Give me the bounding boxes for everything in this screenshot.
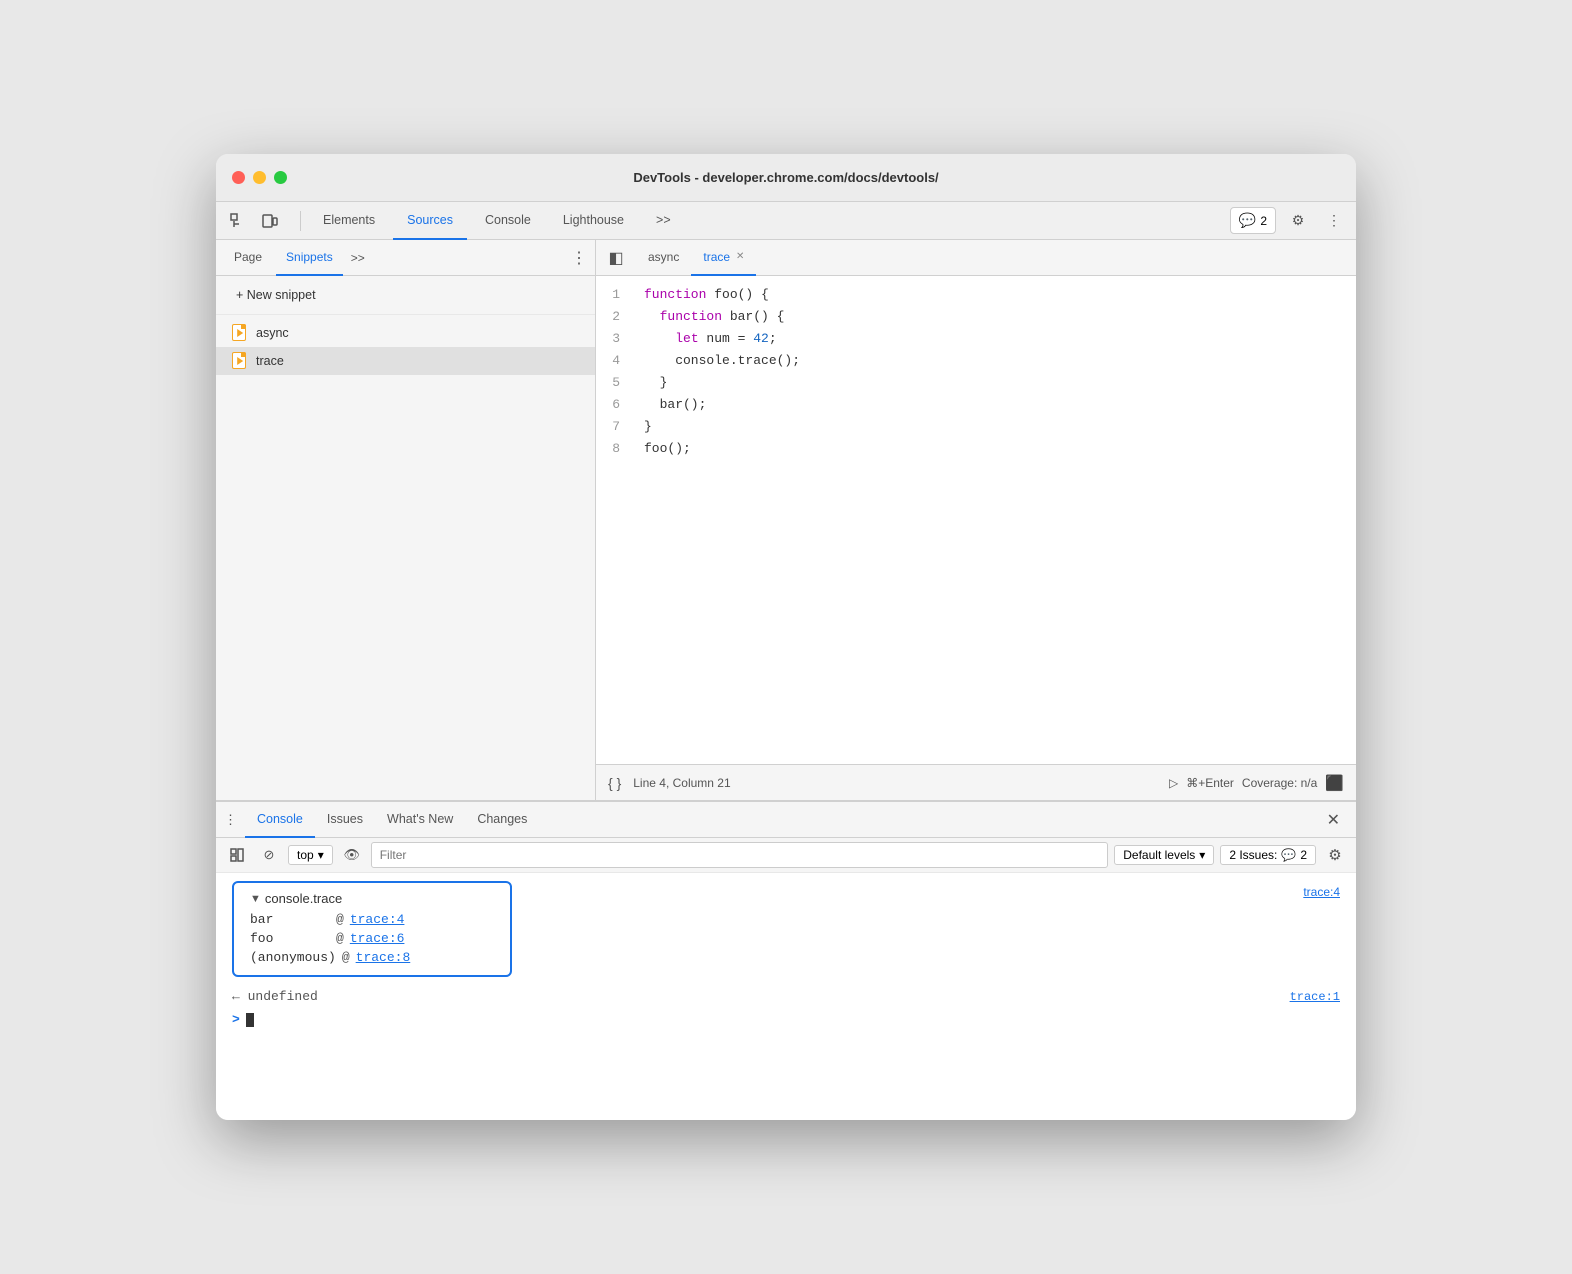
title-bar: DevTools - developer.chrome.com/docs/dev… [216, 154, 1356, 202]
trace-at-3: @ [342, 950, 350, 965]
editor-tab-async[interactable]: async [636, 240, 691, 276]
file-icon-trace [232, 352, 248, 370]
editor-area: ◧ async trace ✕ 1 2 3 4 5 6 7 8 [596, 240, 1356, 800]
devtools-window: DevTools - developer.chrome.com/docs/dev… [216, 154, 1356, 1120]
editor-tab-trace[interactable]: trace ✕ [691, 240, 756, 276]
device-icon[interactable] [256, 207, 284, 235]
code-content: function foo() { function bar() { let nu… [636, 284, 1356, 756]
close-button[interactable] [232, 171, 245, 184]
file-item-trace[interactable]: trace [216, 347, 595, 375]
file-item-async[interactable]: async [216, 319, 595, 347]
nav-icons [224, 207, 284, 235]
trace-row-foo: foo @ trace:6 [250, 929, 494, 948]
trace-link-bar[interactable]: trace:4 [350, 912, 405, 927]
console-settings-icon[interactable]: ⚙ [1322, 842, 1348, 868]
editor-tabs: ◧ async trace ✕ [596, 240, 1356, 276]
run-icon[interactable]: ▷ [1169, 776, 1178, 790]
trace-title: ▼ console.trace [250, 891, 494, 906]
close-tab-icon[interactable]: ✕ [736, 251, 744, 262]
sidebar-nav: Page Snippets >> ⋮ [216, 240, 595, 276]
trace-link-anonymous[interactable]: trace:8 [356, 950, 411, 965]
trace-group: ▼ console.trace bar @ trace:4 foo @ trac… [232, 881, 512, 977]
inspect-icon[interactable] [224, 207, 252, 235]
trace-fn-anonymous: (anonymous) [250, 950, 336, 965]
new-snippet-button[interactable]: + New snippet [228, 284, 324, 306]
tab-more[interactable]: >> [642, 202, 685, 240]
trace-source-ref[interactable]: trace:4 [1303, 885, 1340, 899]
log-levels-button[interactable]: Default levels ▾ [1114, 845, 1214, 865]
trace-at-1: @ [336, 912, 344, 927]
maximize-button[interactable] [274, 171, 287, 184]
tab-sources[interactable]: Sources [393, 202, 467, 240]
trace-fn-foo: foo [250, 931, 330, 946]
line-numbers: 1 2 3 4 5 6 7 8 [596, 284, 636, 756]
format-icon[interactable]: { } [608, 775, 621, 791]
sidebar: Page Snippets >> ⋮ + New snippet [216, 240, 596, 800]
issues-chat-icon: 💬 [1281, 848, 1296, 862]
cursor-caret [246, 1013, 254, 1027]
bottom-tab-console[interactable]: Console [245, 802, 315, 838]
window-title: DevTools - developer.chrome.com/docs/dev… [232, 170, 1340, 185]
nav-right: 💬 2 ⚙ ⋮ [1230, 207, 1348, 235]
nav-divider [300, 211, 301, 231]
undefined-text: ← undefined [232, 989, 318, 1004]
sidebar-header: + New snippet [216, 276, 595, 315]
issues-count-badge[interactable]: 2 Issues: 💬 2 [1220, 845, 1316, 865]
bottom-nav: ⋮ Console Issues What's New Changes ✕ [216, 802, 1356, 838]
tab-console[interactable]: Console [471, 202, 545, 240]
trace-output-line: ▼ console.trace bar @ trace:4 foo @ trac… [232, 881, 1340, 985]
bottom-tab-changes[interactable]: Changes [465, 802, 539, 838]
clear-console-icon[interactable]: ⊘ [256, 842, 282, 868]
screenshot-icon[interactable]: ⬛ [1325, 774, 1344, 792]
trace-fn-bar: bar [250, 912, 330, 927]
bottom-tab-whatsnew[interactable]: What's New [375, 802, 465, 838]
expand-arrow-icon[interactable]: ▼ [250, 893, 261, 905]
tab-lighthouse[interactable]: Lighthouse [549, 202, 638, 240]
devtools-nav: Elements Sources Console Lighthouse >> 💬… [216, 202, 1356, 240]
traffic-lights [232, 171, 287, 184]
coverage-label: Coverage: n/a [1242, 776, 1317, 790]
trace-link-foo[interactable]: trace:6 [350, 931, 405, 946]
prompt-arrow-icon: > [232, 1012, 240, 1027]
file-icon-async [232, 324, 248, 342]
execute-context-icon[interactable] [224, 842, 250, 868]
tab-elements[interactable]: Elements [309, 202, 389, 240]
undefined-row: ← undefined trace:1 [232, 985, 1340, 1008]
bottom-panel: ⋮ Console Issues What's New Changes ✕ [216, 800, 1356, 1120]
levels-arrow-icon: ▾ [1199, 848, 1205, 862]
console-output: ▼ console.trace bar @ trace:4 foo @ trac… [216, 873, 1356, 1120]
status-run: ▷ ⌘+Enter Coverage: n/a ⬛ [1169, 774, 1344, 792]
bottom-more-icon[interactable]: ⋮ [224, 812, 237, 828]
context-selector[interactable]: top ▾ [288, 845, 333, 865]
code-editor[interactable]: 1 2 3 4 5 6 7 8 function foo() { functio… [596, 276, 1356, 764]
more-options-icon[interactable]: ⋮ [1320, 207, 1348, 235]
toggle-sidebar-button[interactable]: ◧ [604, 246, 628, 270]
sidebar-more-icon[interactable]: >> [351, 251, 365, 265]
live-expressions-icon[interactable]: 👁 [339, 842, 365, 868]
trace-at-2: @ [336, 931, 344, 946]
console-toolbar: ⊘ top ▾ 👁 Default levels ▾ 2 Issues: 💬 2… [216, 838, 1356, 873]
trace-row-anonymous: (anonymous) @ trace:8 [250, 948, 494, 967]
sidebar-tab-page[interactable]: Page [224, 240, 272, 276]
chat-icon: 💬 [1239, 212, 1256, 229]
sidebar-menu-icon[interactable]: ⋮ [571, 248, 587, 268]
cursor-position: Line 4, Column 21 [633, 776, 730, 790]
trace-row-bar: bar @ trace:4 [250, 910, 494, 929]
main-content: Page Snippets >> ⋮ + New snippet [216, 240, 1356, 800]
issues-badge-button[interactable]: 💬 2 [1230, 207, 1276, 234]
console-prompt[interactable]: > [232, 1008, 1340, 1031]
run-shortcut: ⌘+Enter [1186, 776, 1234, 790]
close-panel-button[interactable]: ✕ [1319, 806, 1348, 834]
filter-input[interactable] [371, 842, 1109, 868]
minimize-button[interactable] [253, 171, 266, 184]
console-output-area: ▼ console.trace bar @ trace:4 foo @ trac… [232, 881, 1340, 1031]
undefined-source[interactable]: trace:1 [1290, 990, 1340, 1004]
file-list: async trace [216, 315, 595, 379]
dropdown-arrow-icon: ▾ [318, 848, 324, 862]
sidebar-tab-snippets[interactable]: Snippets [276, 240, 343, 276]
status-bar: { } Line 4, Column 21 ▷ ⌘+Enter Coverage… [596, 764, 1356, 800]
bottom-tab-issues[interactable]: Issues [315, 802, 375, 838]
settings-icon[interactable]: ⚙ [1284, 207, 1312, 235]
